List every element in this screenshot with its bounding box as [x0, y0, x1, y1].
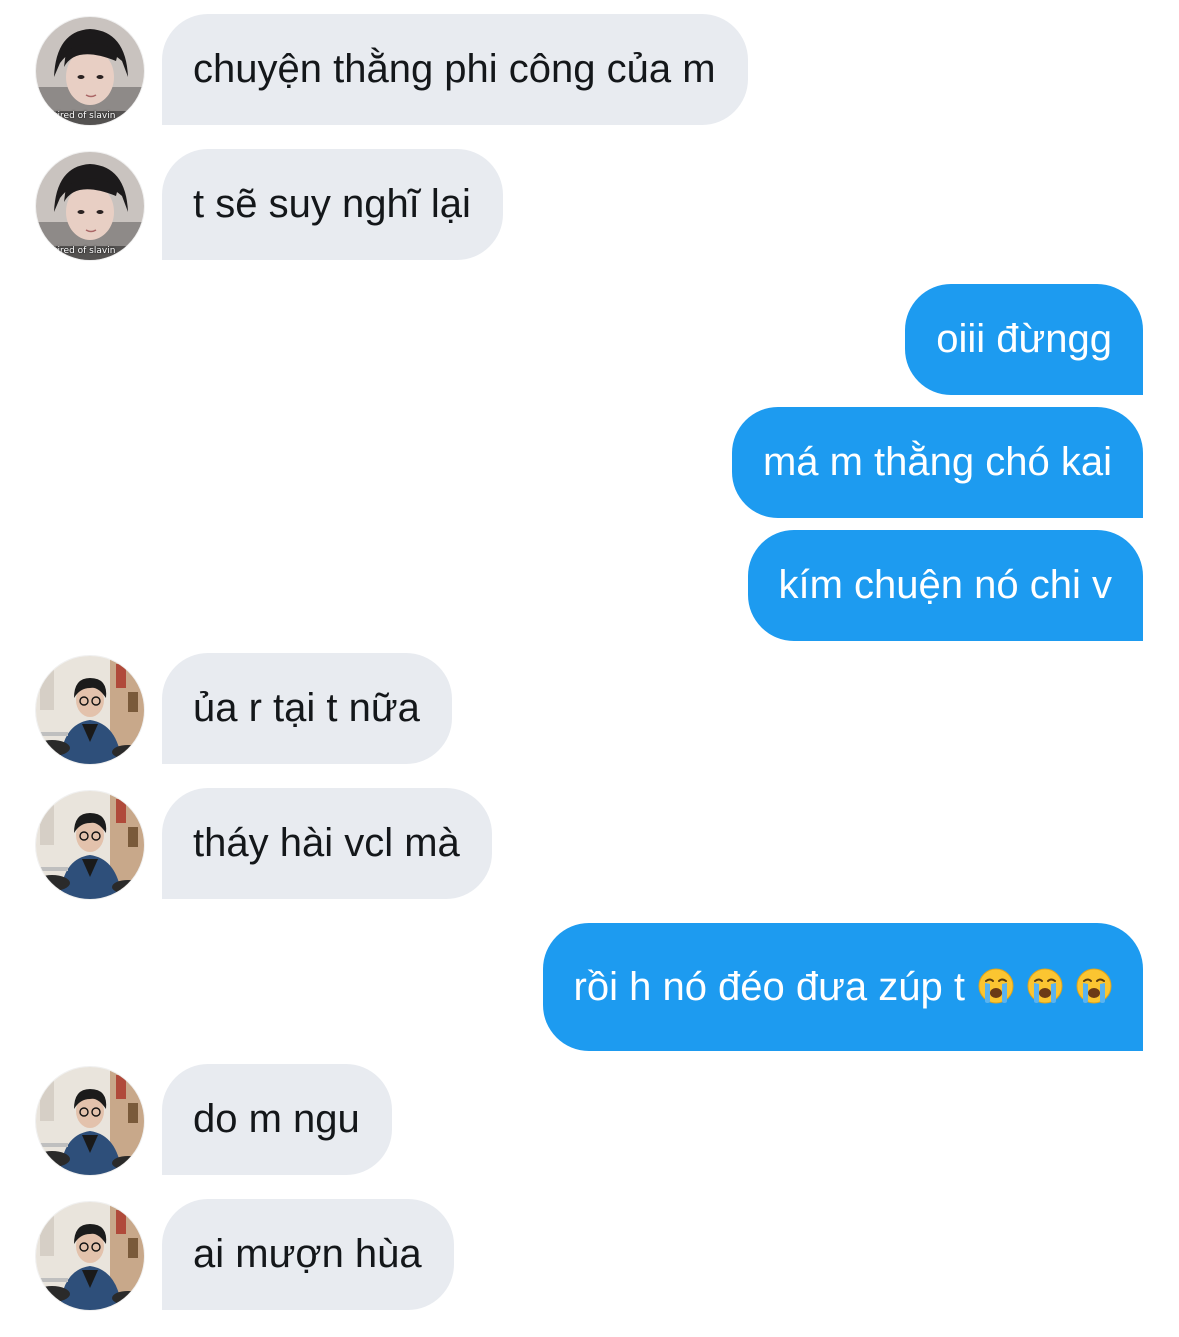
avatar-image — [36, 17, 144, 125]
message-bubble-outgoing[interactable]: má m thằng chó kai — [731, 407, 1143, 518]
avatar-caption: tired of slavin — [54, 111, 116, 121]
message-bubble-incoming[interactable]: chuyện thằng phi công của m — [162, 14, 748, 125]
avatar-image — [36, 656, 144, 764]
message-bubble-incoming[interactable]: tháy hài vcl mà — [162, 788, 492, 899]
message-bubble-incoming[interactable]: ai mượn hùa — [162, 1199, 454, 1310]
avatar-caption: tired of slavin — [54, 246, 116, 256]
message-text: oiii đừngg — [936, 317, 1112, 361]
message-bubble-outgoing[interactable]: oiii đừngg — [905, 284, 1143, 395]
message-text: t sẽ suy nghĩ lại — [193, 182, 471, 226]
message-bubble-outgoing[interactable]: rồi h nó đéo đưa zúp t — [542, 923, 1143, 1051]
message-text: ủa r tại t nữa — [193, 686, 420, 730]
avatar[interactable] — [36, 791, 144, 899]
message-text: do m ngu — [193, 1097, 360, 1141]
message-text: kím chuện nó chi v — [778, 563, 1113, 607]
message-bubble-incoming[interactable]: ủa r tại t nữa — [162, 653, 452, 764]
message-bubble-incoming[interactable]: do m ngu — [162, 1064, 392, 1175]
avatar[interactable] — [36, 656, 144, 764]
avatar-image — [36, 791, 144, 899]
message-text: tháy hài vcl mà — [193, 821, 460, 865]
message-text: chuyện thằng phi công của m — [193, 47, 716, 91]
message-text: rồi h nó đéo đưa zúp t — [573, 965, 965, 1009]
avatar-image — [36, 1067, 144, 1175]
crying-face-icon — [978, 968, 1014, 1004]
avatar-image — [36, 152, 144, 260]
avatar[interactable] — [36, 1067, 144, 1175]
avatar-image — [36, 1202, 144, 1310]
message-bubble-incoming[interactable]: t sẽ suy nghĩ lại — [162, 149, 503, 260]
avatar[interactable] — [36, 1202, 144, 1310]
avatar[interactable]: tired of slavin — [36, 17, 144, 125]
crying-face-icon — [1076, 968, 1112, 1004]
message-text: má m thằng chó kai — [762, 440, 1112, 484]
message-bubble-outgoing[interactable]: kím chuện nó chi v — [747, 530, 1143, 641]
avatar[interactable]: tired of slavin — [36, 152, 144, 260]
message-text: ai mượn hùa — [193, 1232, 422, 1276]
crying-face-icon — [1027, 968, 1063, 1004]
